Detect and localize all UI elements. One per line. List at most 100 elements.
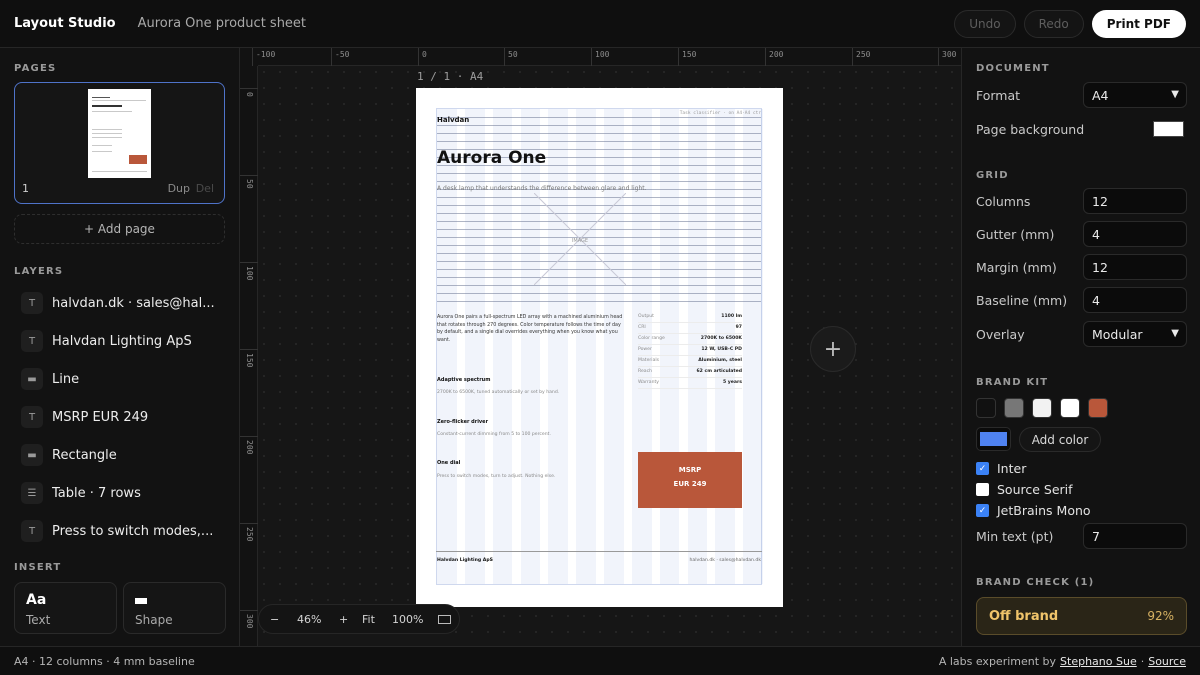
price-box[interactable]: MSRP EUR 249	[638, 452, 742, 508]
ruler-tick: 100	[240, 262, 258, 280]
source-link[interactable]: Source	[1148, 655, 1186, 668]
zoom-fit-button[interactable]: Fit	[362, 613, 375, 626]
layer-label: MSRP EUR 249	[52, 409, 149, 425]
sheet-title[interactable]: Aurora One	[437, 148, 546, 168]
layer-item[interactable]: T Halvdan Lighting ApS	[14, 325, 225, 357]
right-panel: DOCUMENT Format A4 ▼ Page background GRI…	[961, 48, 1200, 646]
footer-contact[interactable]: halvdan.dk · sales@halvdan.dk	[690, 558, 761, 563]
font-option-inter[interactable]: ✓ Inter	[976, 461, 1026, 476]
feature-title[interactable]: Zero-flicker driver	[437, 419, 488, 425]
app-title: Layout Studio	[14, 16, 116, 31]
gutter-input[interactable]: 4	[1083, 221, 1187, 247]
credit-separator: ·	[1140, 655, 1145, 668]
feature-title[interactable]: One dial	[437, 460, 460, 466]
ruler-tick: 150	[678, 48, 696, 66]
price-label: MSRP	[678, 466, 702, 474]
chevron-down-icon: ▼	[1171, 328, 1179, 339]
checkbox-checked-icon[interactable]: ✓	[976, 462, 989, 475]
sheet-tag[interactable]: Task classifier · on A4·A4 ctr	[680, 111, 761, 116]
fullscreen-icon[interactable]	[438, 615, 451, 624]
min-text-label: Min text (pt)	[976, 529, 1054, 544]
sheet-subtitle[interactable]: A desk lamp that understands the differe…	[437, 185, 652, 192]
table-row: Reach 62 cm articulated	[638, 367, 742, 378]
checkbox-checked-icon[interactable]: ✓	[976, 504, 989, 517]
table-row: Materials Aluminium, steel	[638, 356, 742, 367]
feature-text[interactable]: 2700K to 6500K, tuned automatically or s…	[437, 390, 559, 395]
insert-section-label: INSERT	[14, 562, 62, 573]
layer-item[interactable]: ☰ Table · 7 rows	[14, 477, 225, 509]
footer-divider-line[interactable]	[436, 551, 762, 552]
columns-input[interactable]: 12	[1083, 188, 1187, 214]
ruler-tick: 0	[240, 88, 258, 97]
insert-text-button[interactable]: Aa Text	[14, 582, 117, 634]
page-indicator: 1 / 1 · A4	[417, 70, 484, 83]
layer-item[interactable]: T halvdan.dk · sales@hal...	[14, 287, 225, 319]
table-row: Power 12 W, USB-C PD	[638, 345, 742, 356]
delete-page-button[interactable]: Del	[196, 182, 214, 195]
feature-text[interactable]: Constant-current dimming from 5 to 100 p…	[437, 432, 551, 437]
format-label: Format	[976, 88, 1021, 103]
format-select[interactable]: A4 ▼	[1083, 82, 1187, 108]
layer-item[interactable]: T Press to switch modes,...	[14, 515, 225, 547]
add-color-button[interactable]: Add color	[1019, 427, 1101, 452]
brand-swatch[interactable]	[1032, 398, 1052, 418]
brand-kit-section-label: BRAND KIT	[976, 377, 1049, 388]
layer-item[interactable]: T MSRP EUR 249	[14, 401, 225, 433]
baseline-guide	[437, 125, 761, 126]
sheet-brand[interactable]: Halvdan	[437, 116, 469, 124]
document-title[interactable]: Aurora One product sheet	[138, 16, 306, 31]
brand-swatch[interactable]	[1004, 398, 1024, 418]
font-option-source-serif[interactable]: Source Serif	[976, 482, 1073, 497]
baseline-guide	[437, 173, 761, 174]
ruler-tick: 250	[240, 523, 258, 541]
zoom-in-button[interactable]: +	[339, 613, 348, 626]
image-placeholder[interactable]: IMAGE	[534, 193, 626, 285]
font-option-jetbrains-mono[interactable]: ✓ JetBrains Mono	[976, 503, 1091, 518]
left-panel: PAGES 1 Dup Del + Add page LAYERS T halv…	[0, 48, 240, 646]
page-background-swatch[interactable]	[1153, 121, 1184, 137]
horizontal-ruler: -100 -50 0 50 100 150 200 250 300	[252, 48, 961, 66]
print-pdf-button[interactable]: Print PDF	[1091, 9, 1186, 38]
grid-section-label: GRID	[976, 170, 1009, 181]
brand-swatch[interactable]	[1060, 398, 1080, 418]
brand-swatch[interactable]	[976, 398, 996, 418]
zoom-out-button[interactable]: −	[270, 613, 279, 626]
page-sheet[interactable]: Halvdan Task classifier · on A4·A4 ctr A…	[416, 88, 783, 607]
ruler-tick: 50	[240, 175, 258, 189]
sheet-body-text[interactable]: Aurora One pairs a full-spectrum LED arr…	[437, 314, 627, 344]
baseline-label: Baseline (mm)	[976, 293, 1068, 308]
redo-button[interactable]: Redo	[1023, 9, 1084, 38]
baseline-input[interactable]: 4	[1083, 287, 1187, 313]
ruler-tick: -50	[331, 48, 349, 66]
duplicate-page-button[interactable]: Dup	[168, 182, 190, 195]
feature-title[interactable]: Adaptive spectrum	[437, 377, 490, 383]
overlay-select[interactable]: Modular ▼	[1083, 321, 1187, 347]
feature-text[interactable]: Press to switch modes, turn to adjust. N…	[437, 474, 555, 479]
zoom-bar: − 46% + Fit 100%	[258, 604, 460, 634]
columns-label: Columns	[976, 194, 1031, 209]
brand-check-result[interactable]: Off brand 92%	[976, 597, 1187, 635]
author-link[interactable]: Stephano Sue	[1060, 655, 1137, 668]
add-element-button[interactable]: +	[810, 326, 856, 372]
brand-swatch[interactable]	[1088, 398, 1108, 418]
margin-input[interactable]: 12	[1083, 254, 1187, 280]
baseline-guide	[437, 181, 761, 182]
insert-shape-button[interactable]: Shape	[123, 582, 226, 634]
color-picker[interactable]	[976, 427, 1011, 451]
checkbox-unchecked-icon[interactable]	[976, 483, 989, 496]
add-page-button[interactable]: + Add page	[14, 214, 225, 244]
table-row: Color range 2700K to 6500K	[638, 334, 742, 345]
page-thumbnail[interactable]: 1 Dup Del	[14, 82, 225, 204]
min-text-input[interactable]: 7	[1083, 523, 1187, 549]
undo-button[interactable]: Undo	[954, 9, 1016, 38]
ruler-tick: 100	[591, 48, 609, 66]
layer-item[interactable]: ▬ Rectangle	[14, 439, 225, 471]
layer-item[interactable]: ▬ Line	[14, 363, 225, 395]
font-name: JetBrains Mono	[997, 503, 1091, 518]
canvas[interactable]: -100 -50 0 50 100 150 200 250 300 0 50 1…	[240, 48, 961, 646]
image-placeholder-label: IMAGE	[572, 238, 588, 244]
margin-label: Margin (mm)	[976, 260, 1057, 275]
zoom-actual-button[interactable]: 100%	[392, 613, 423, 626]
ruler-tick: 300	[240, 610, 258, 628]
footer-company[interactable]: Halvdan Lighting ApS	[437, 558, 493, 563]
